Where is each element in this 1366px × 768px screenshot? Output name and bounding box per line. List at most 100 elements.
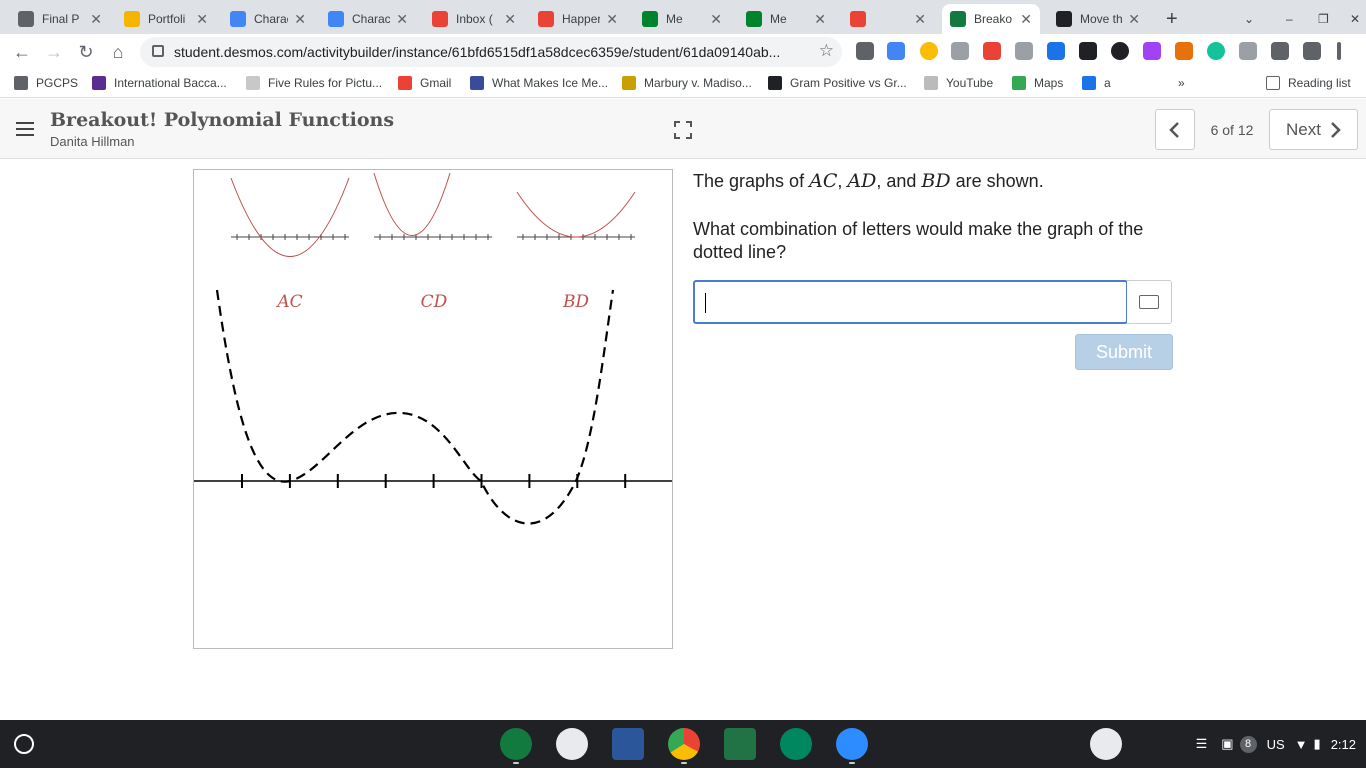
bookmark-item[interactable]: Gram Positive vs Gr... <box>768 76 907 90</box>
close-tab-icon[interactable]: ✕ <box>294 11 306 28</box>
small-graph-curve <box>373 172 451 236</box>
bookmark-item[interactable]: YouTube <box>924 76 993 90</box>
extension-icon[interactable] <box>1239 42 1257 60</box>
minimize-icon[interactable]: – <box>1278 4 1301 34</box>
close-tab-icon[interactable]: ✕ <box>396 11 408 28</box>
extension-icon[interactable] <box>1175 42 1193 60</box>
browser-tab[interactable]: Charac ✕ <box>320 4 416 34</box>
submit-button[interactable]: Submit <box>1075 334 1173 370</box>
home-icon[interactable]: ⌂ <box>106 41 130 65</box>
close-tab-icon[interactable]: ✕ <box>90 11 102 28</box>
small-graph-curve <box>516 191 636 238</box>
close-tab-icon[interactable]: ✕ <box>504 11 516 28</box>
bookmark-item[interactable]: PGCPS <box>14 76 78 90</box>
chrome-app-icon[interactable] <box>668 728 700 760</box>
bookmark-item[interactable]: Maps <box>1012 76 1063 90</box>
previous-page-button[interactable] <box>1155 109 1195 150</box>
reload-icon[interactable]: ↻ <box>74 41 98 65</box>
close-window-icon[interactable]: ✕ <box>1342 4 1366 34</box>
bookmark-favicon-icon <box>1012 76 1026 90</box>
browser-tab[interactable]: Portfoli ✕ <box>116 4 216 34</box>
close-tab-icon[interactable]: ✕ <box>914 11 926 28</box>
phone-hub-icon[interactable] <box>1090 728 1122 760</box>
bookmark-item[interactable]: a <box>1082 76 1111 90</box>
word-app-icon[interactable] <box>612 728 644 760</box>
browser-tab[interactable]: Breako ✕ <box>942 4 1040 34</box>
answer-input[interactable] <box>693 280 1128 324</box>
browser-tab[interactable]: Final P ✕ <box>10 4 110 34</box>
question-text: The graphs of AC, AD, and BD are shown. … <box>693 170 1173 264</box>
zoom-app-icon[interactable] <box>836 728 868 760</box>
excel-app-icon[interactable] <box>724 728 756 760</box>
bookmark-label: YouTube <box>946 76 994 90</box>
tab-favicon-icon <box>230 11 246 27</box>
bookmark-label: Five Rules for Pictu... <box>268 76 383 90</box>
browser-tab[interactable]: Move th ✕ <box>1048 4 1148 34</box>
tab-favicon-icon <box>950 11 966 27</box>
new-tab-icon[interactable]: + <box>1158 4 1186 34</box>
bookmark-label: International Bacca... <box>114 76 227 90</box>
reading-list-button[interactable]: Reading list <box>1266 76 1351 90</box>
qr-code-icon[interactable] <box>1079 42 1097 60</box>
browser-tab[interactable]: Happen ✕ <box>530 4 626 34</box>
extensions-puzzle-icon[interactable] <box>1303 42 1321 60</box>
next-page-button[interactable]: Next <box>1269 109 1358 150</box>
extension-icon[interactable] <box>1271 42 1289 60</box>
close-tab-icon[interactable]: ✕ <box>196 11 208 28</box>
extension-icon[interactable] <box>1143 42 1161 60</box>
browser-tab[interactable]: Charac ✕ <box>222 4 314 34</box>
extension-icon[interactable] <box>856 42 874 60</box>
chrome-extension-icon[interactable] <box>920 42 938 60</box>
bookmark-label: What Makes Ice Me... <box>492 76 609 90</box>
close-tab-icon[interactable]: ✕ <box>1128 11 1140 28</box>
close-tab-icon[interactable]: ✕ <box>1020 11 1032 28</box>
close-tab-icon[interactable]: ✕ <box>710 11 722 28</box>
bookmark-star-icon[interactable]: ☆ <box>819 41 834 61</box>
keyboard-icon <box>1139 295 1159 309</box>
back-icon[interactable]: ← <box>10 41 34 65</box>
desmos-app-icon[interactable] <box>500 728 532 760</box>
bookmark-item[interactable]: International Bacca... <box>92 76 227 90</box>
bookmark-item[interactable]: Marbury v. Madiso... <box>622 76 752 90</box>
chevron-left-icon <box>1169 122 1179 138</box>
tab-title: Charac <box>254 12 288 26</box>
bookmark-label: Gram Positive vs Gr... <box>790 76 907 90</box>
extension-icon[interactable] <box>983 42 1001 60</box>
bookmark-item[interactable]: Gmail <box>398 76 451 90</box>
launcher-icon[interactable] <box>14 734 34 754</box>
browser-tab[interactable]: Inbox (✕ <box>424 4 524 34</box>
extension-icon[interactable] <box>951 42 969 60</box>
play-store-icon[interactable] <box>780 728 812 760</box>
os-taskbar: ☰ ▣ 8 US ▼ ▮ 2:12 <box>0 720 1366 768</box>
tab-search-icon[interactable]: ⌄ <box>1236 4 1262 34</box>
forward-icon[interactable]: → <box>42 41 66 65</box>
bookmark-favicon-icon <box>768 76 782 90</box>
bookmark-item[interactable]: Five Rules for Pictu... <box>246 76 382 90</box>
menu-icon[interactable] <box>16 122 34 136</box>
browser-tab[interactable]: Me ✕ <box>634 4 730 34</box>
browser-toolbar: ← → ↻ ⌂ student.desmos.com/activitybuild… <box>0 34 1366 70</box>
grammarly-icon[interactable] <box>1207 42 1225 60</box>
browser-tab[interactable]: ✕ <box>842 4 934 34</box>
restore-icon[interactable]: ❐ <box>1310 4 1337 34</box>
notification-count: 8 <box>1239 735 1257 753</box>
math-keyboard-button[interactable] <box>1127 280 1172 324</box>
extension-icon[interactable] <box>1015 42 1033 60</box>
extension-icon[interactable] <box>1047 42 1065 60</box>
system-tray[interactable]: ☰ ▣ 8 US ▼ ▮ 2:12 <box>1196 728 1356 760</box>
close-tab-icon[interactable]: ✕ <box>814 11 826 28</box>
close-tab-icon[interactable]: ✕ <box>606 11 618 28</box>
browser-menu-icon[interactable] <box>1337 42 1341 60</box>
translate-extension-icon[interactable] <box>887 42 905 60</box>
more-bookmarks-button[interactable]: » <box>1178 76 1185 90</box>
fullscreen-icon[interactable] <box>674 121 692 139</box>
dotted-polynomial-curve <box>215 289 615 525</box>
clipboard-icon[interactable]: ☰ <box>1196 736 1208 752</box>
settings-app-icon[interactable] <box>556 728 588 760</box>
bookmark-label: Gmail <box>420 76 452 90</box>
site-info-icon[interactable] <box>152 45 164 57</box>
bookmark-item[interactable]: What Makes Ice Me... <box>470 76 608 90</box>
address-bar[interactable]: student.desmos.com/activitybuilder/insta… <box>140 37 842 67</box>
browser-tab[interactable]: Me ✕ <box>738 4 834 34</box>
extension-icon[interactable] <box>1111 42 1129 60</box>
